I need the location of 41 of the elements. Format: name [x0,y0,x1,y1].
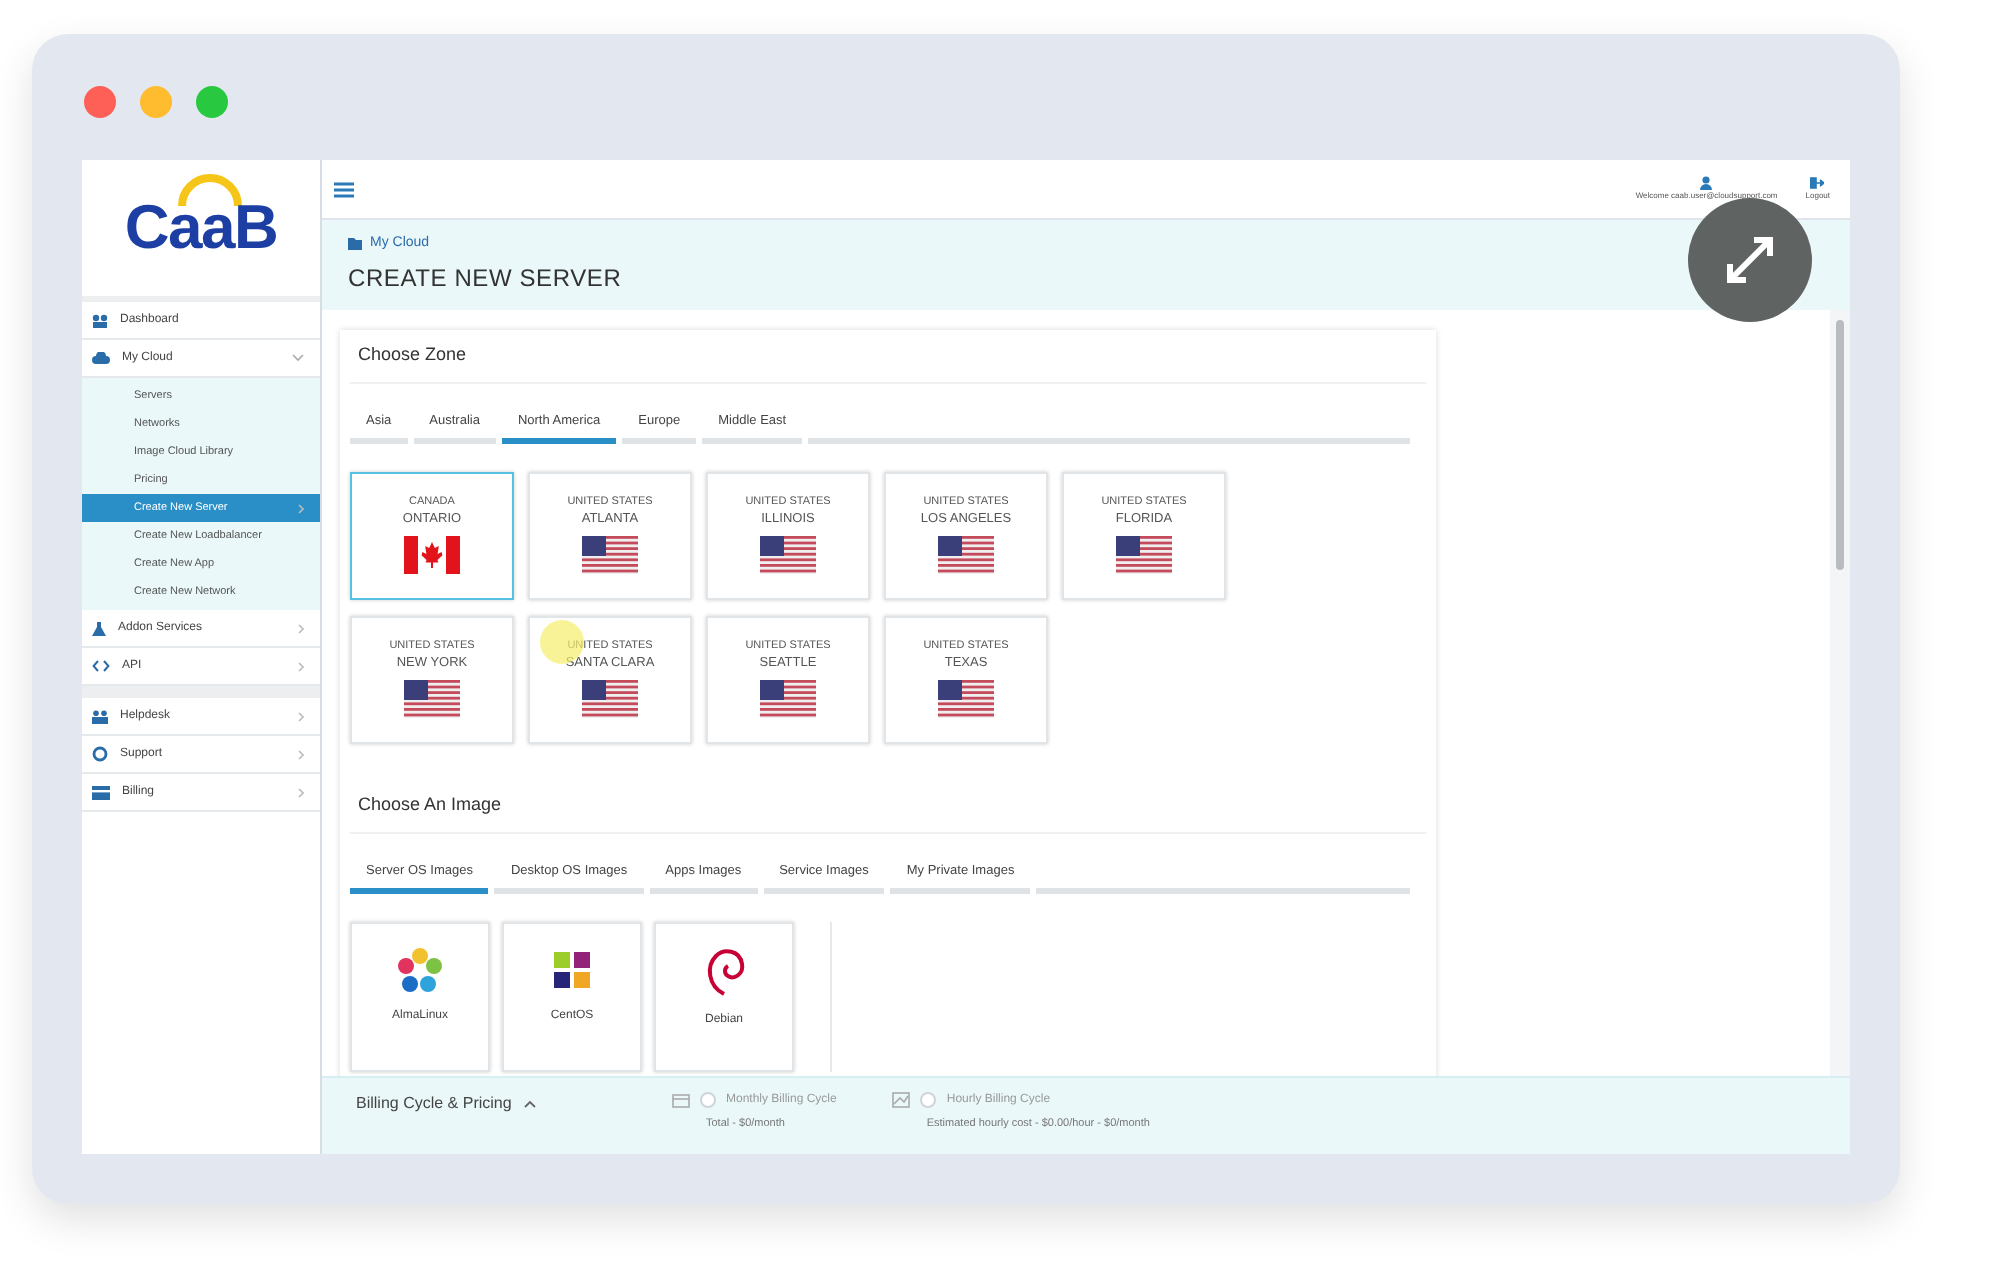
chevron-icon [298,711,304,721]
folder-icon [348,238,362,250]
section-title: Choose Zone [350,330,1426,384]
pinwheel-logo-icon [548,946,596,994]
chevron-icon [298,503,304,513]
flag-icon [582,536,638,574]
flag-icon [404,680,460,718]
cloud-icon [92,352,110,364]
flag-icon [760,536,816,574]
chevron-icon [298,623,304,633]
flag-icon [1116,536,1172,574]
flower-logo-icon [396,946,444,994]
flag-icon [404,536,460,574]
calendar-icon [672,1092,690,1108]
radio-button[interactable] [700,1092,716,1108]
page-title: CREATE NEW SERVER [348,262,624,297]
code-icon [92,660,110,672]
chevron-up-icon[interactable] [523,1100,536,1108]
chevron-icon [298,749,304,759]
chart-icon [892,1092,911,1108]
people-icon [92,709,108,723]
chevron-icon [298,787,304,797]
section-title: Choose An Image [350,780,1426,834]
user-icon [1700,176,1713,190]
billing-title: Billing Cycle & Pricing [356,1092,512,1116]
flag-icon [760,680,816,718]
lifebuoy-icon [92,746,108,762]
logout-icon [1810,176,1825,190]
dashboard-icon [92,313,108,327]
flag-icon [938,536,994,574]
flag-icon [582,680,638,718]
card-icon [92,785,110,799]
radio-button[interactable] [920,1092,937,1108]
swirl-logo-icon [702,946,746,998]
logo-text: CaaB [124,191,278,262]
chevron-icon [298,661,304,671]
chevron-icon [292,354,304,362]
scrollbar-drawing[interactable] [1830,310,1850,1076]
flask-icon [92,621,106,635]
flag-icon [938,680,994,718]
menu-icon[interactable] [334,181,354,197]
